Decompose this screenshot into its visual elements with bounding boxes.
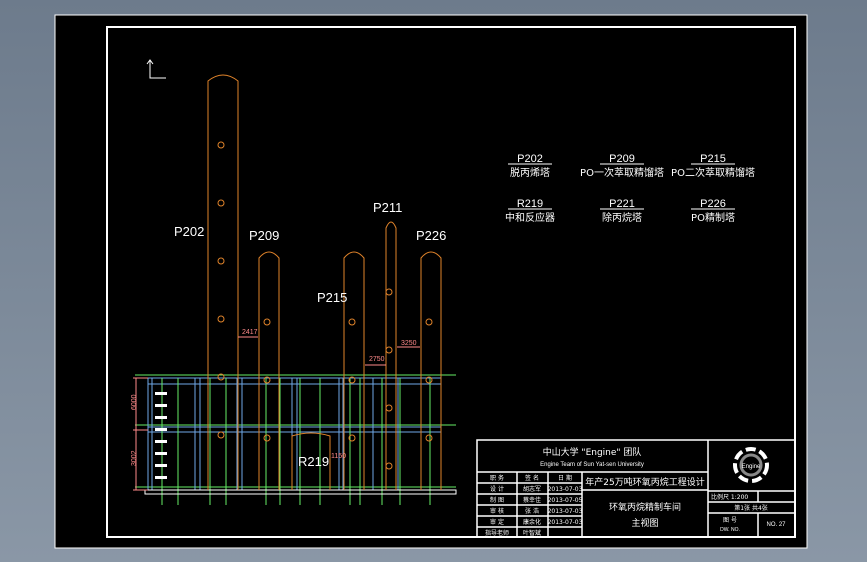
role-cell: 日 期 [558, 474, 572, 482]
role-cell: 设 计 [490, 485, 504, 493]
role-cell: 康余化 [523, 518, 541, 526]
drawing-title: 环氧丙烷精制车间 [609, 501, 681, 513]
role-cell: 签 名 [525, 474, 539, 482]
dim-6000: 6000 [131, 394, 138, 410]
dim-3002: 3002 [131, 450, 138, 466]
legend-name: 脱丙烯塔 [510, 166, 550, 179]
drawing-subtitle: 主视图 [631, 517, 658, 529]
legend-name: PO二次萃取精馏塔 [671, 166, 755, 179]
legend-code: R219 [517, 198, 543, 210]
project-title: 年产25万吨环氧丙烷工程设计 [585, 476, 704, 488]
legend-code: P209 [609, 153, 635, 165]
legend-name: PO精制塔 [691, 211, 735, 224]
ladder-rung [155, 392, 167, 395]
drawing-sheet [54, 14, 808, 549]
dim-1150: 1150 [331, 453, 346, 460]
label-p202: P202 [174, 224, 204, 239]
dim-2417: 2417 [242, 329, 258, 336]
dim-2750: 2750 [369, 356, 385, 363]
cad-viewport[interactable]: P202 P209 P215 P211 P226 R219 2417 2750 … [0, 0, 867, 562]
legend-code: P215 [700, 153, 726, 165]
legend-name: 中和反应器 [505, 211, 555, 224]
drawing-no-label-en: DW. NO. [720, 527, 740, 533]
sheet-number: 第1张 共4张 [734, 504, 768, 512]
role-cell: 制 图 [490, 496, 504, 504]
role-cell: 张 浩 [525, 507, 539, 515]
svg-text:Engine: Engine [742, 464, 761, 470]
ladder-rung [155, 476, 167, 479]
legend-code: P226 [700, 198, 726, 210]
legend-name: 除丙烷塔 [602, 211, 642, 224]
label-p211: P211 [373, 200, 402, 215]
role-cell: 蔡幸佳 [523, 496, 541, 504]
role-cell: 2013-07-03 [548, 508, 583, 515]
ladder-rung [155, 464, 167, 467]
legend-name: PO一次萃取精馏塔 [580, 166, 664, 179]
role-cell: 2013-07-03 [548, 519, 583, 526]
role-cell: 2013-07-05 [548, 497, 583, 504]
ladder-rung [155, 452, 167, 455]
ladder-rung [155, 416, 167, 419]
label-p209: P209 [249, 228, 279, 243]
role-cell: 审 核 [490, 507, 504, 515]
legend-code: P202 [517, 153, 543, 165]
ladder-rung [155, 440, 167, 443]
label-p226: P226 [416, 228, 446, 243]
dim-3250: 3250 [401, 340, 417, 347]
role-cell: 2013-07-03 [548, 486, 583, 493]
role-cell: 职 务 [490, 474, 504, 482]
drawing-no: NO. 27 [766, 522, 786, 528]
role-cell: 审 定 [490, 518, 504, 526]
role-cell: 胡志军 [523, 485, 541, 493]
label-r219: R219 [298, 454, 329, 469]
role-cell: 指导老师 [485, 529, 509, 537]
team-name-en: Engine Team of Sun Yat-sen University [540, 462, 644, 468]
drawing-no-label: 图 号 [723, 517, 737, 524]
team-name: 中山大学 "Engine" 团队 [543, 446, 642, 458]
scale: 比例尺 1:200 [711, 493, 748, 501]
label-p215: P215 [317, 290, 347, 305]
ladder-rung [155, 404, 167, 407]
legend-code: P221 [609, 198, 635, 210]
ladder-rung [155, 428, 167, 431]
role-cell: 叶智斌 [523, 529, 541, 537]
